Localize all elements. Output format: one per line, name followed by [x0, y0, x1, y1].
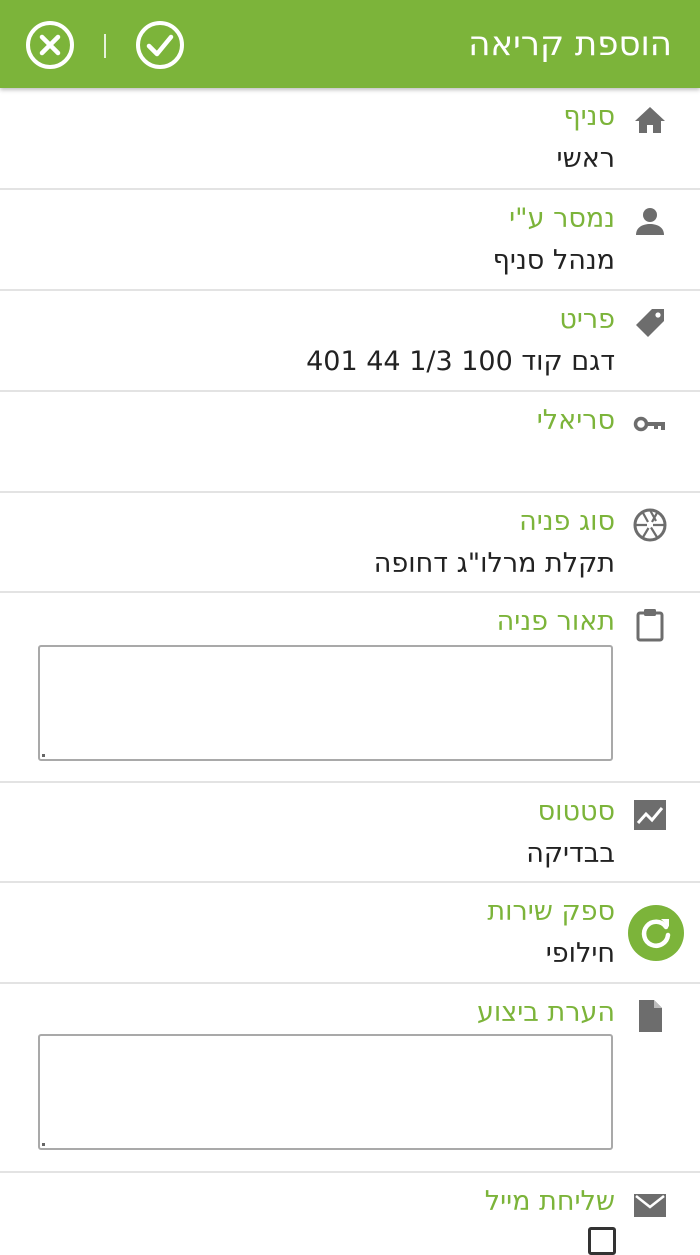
person-icon: [632, 204, 668, 240]
send-mail-checkbox[interactable]: [588, 1227, 616, 1255]
document-icon: [632, 998, 668, 1034]
item-value[interactable]: דגם קוד 100 1/3 44 401: [306, 345, 615, 379]
trend-chart-icon: [632, 797, 668, 833]
field-label: סניף: [563, 101, 615, 132]
field-label: נמסר ע"י: [509, 203, 615, 234]
field-delivered-by[interactable]: נמסר ע"י מנהל סניף: [0, 188, 700, 290]
field-label: סטטוס: [537, 796, 615, 827]
header-separator: [104, 34, 106, 58]
key-icon: [632, 406, 668, 442]
field-status[interactable]: סטטוס בבדיקה: [0, 781, 700, 883]
tag-icon: [632, 305, 668, 341]
field-label: הערת ביצוע: [476, 997, 615, 1028]
field-request-type[interactable]: סוג פניה תקלת מרלו"ג דחופה: [0, 491, 700, 593]
field-label: פריט: [559, 304, 615, 335]
clipboard-icon: [632, 607, 668, 643]
field-label: ספק שירות: [487, 896, 615, 927]
check-circle-icon: [136, 21, 184, 69]
execution-note-textarea[interactable]: [38, 1034, 613, 1150]
field-label: שליחת מייל: [484, 1186, 615, 1217]
field-item[interactable]: פריט דגם קוד 100 1/3 44 401: [0, 289, 700, 391]
field-branch[interactable]: סניף ראשי: [0, 88, 700, 188]
close-circle-icon: [26, 21, 74, 69]
cancel-button[interactable]: [25, 20, 75, 70]
field-request-description: תאור פניה: [0, 591, 700, 781]
request-type-value[interactable]: תקלת מרלו"ג דחופה: [374, 547, 615, 581]
refresh-icon[interactable]: [628, 905, 684, 961]
field-execution-note: הערת ביצוע: [0, 982, 700, 1172]
field-serial[interactable]: סריאלי: [0, 390, 700, 492]
service-provider-value[interactable]: חילופי: [546, 937, 615, 971]
app-header: הוספת קריאה: [0, 0, 700, 88]
home-icon: [632, 102, 668, 138]
field-send-mail[interactable]: שליחת מייל: [0, 1171, 700, 1255]
field-label: תאור פניה: [496, 606, 615, 637]
aperture-icon: [632, 507, 668, 543]
field-label: סריאלי: [536, 405, 615, 436]
page-title: הוספת קריאה: [468, 24, 672, 64]
delivered-by-value[interactable]: מנהל סניף: [493, 244, 615, 278]
status-value[interactable]: בבדיקה: [526, 837, 615, 871]
field-service-provider[interactable]: ספק שירות חילופי: [0, 881, 700, 983]
mail-icon: [632, 1187, 668, 1223]
request-description-textarea[interactable]: [38, 645, 613, 761]
branch-value[interactable]: ראשי: [557, 142, 615, 176]
save-button[interactable]: [135, 20, 185, 70]
field-label: סוג פניה: [519, 506, 615, 537]
